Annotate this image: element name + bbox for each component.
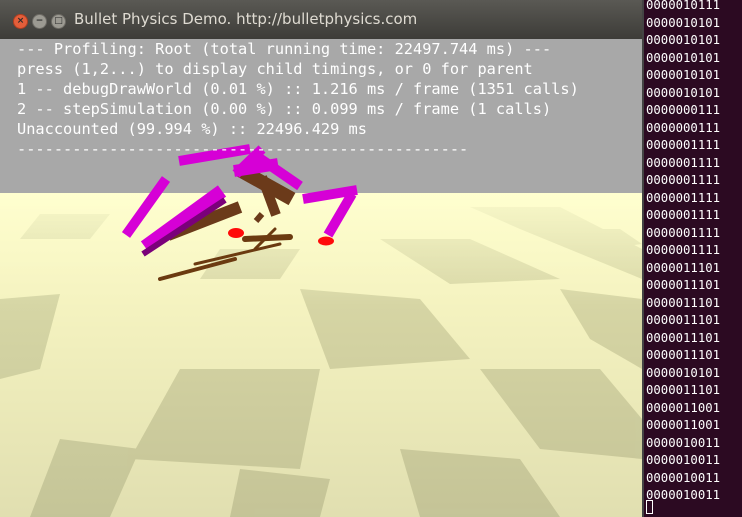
terminal-line: 0000011101 [646, 330, 721, 345]
profiling-line: press (1,2...) to display child timings,… [17, 60, 533, 79]
minimize-button[interactable]: − [32, 14, 47, 29]
terminal-line: 0000010101 [646, 68, 721, 82]
terminal-line: 0000010101 [646, 50, 721, 65]
terminal-line: 0000010101 [646, 85, 721, 100]
terminal-line: 0000010101 [646, 15, 721, 30]
terminal-line: 0000011101 [646, 295, 721, 310]
terminal-line: 0000001111 [646, 138, 721, 152]
terminal-line: 0000010101 [646, 33, 721, 47]
terminal-line: 0000010011 [646, 470, 721, 485]
title-bar[interactable]: × − □ Bullet Physics Demo. http://bullet… [0, 0, 642, 39]
terminal-line: 0000010111 [646, 0, 721, 12]
profiling-line: --- Profiling: Root (total running time:… [17, 40, 552, 58]
profiling-overlay: --- Profiling: Root (total running time:… [17, 39, 579, 160]
profiling-line: Unaccounted (99.994 %) :: 22496.429 ms [17, 120, 367, 139]
terminal-line: 0000011001 [646, 418, 721, 432]
maximize-button[interactable]: □ [51, 14, 66, 29]
terminal-window[interactable]: 0000010111 0000010101 0000010101 0000010101… [642, 0, 742, 517]
terminal-output: 0000010111 0000010101 0000010101 0000010101… [646, 0, 720, 505]
profiling-line: ----------------------------------------… [17, 140, 469, 159]
profiling-line: 2 -- stepSimulation (0.00 %) :: 0.099 ms… [17, 100, 552, 119]
terminal-line: 0000010011 [646, 435, 721, 450]
terminal-line: 0000011101 [646, 278, 721, 292]
terminal-line: 0000011101 [646, 260, 721, 275]
terminal-line: 0000000111 [646, 103, 721, 117]
terminal-line: 0000001111 [646, 190, 721, 205]
terminal-line: 0000001111 [646, 225, 721, 240]
terminal-line: 0000001111 [646, 155, 721, 170]
terminal-line: 0000010101 [646, 365, 721, 380]
terminal-line: 0000011001 [646, 400, 721, 415]
terminal-line: 0000000111 [646, 120, 721, 135]
terminal-line: 0000011101 [646, 348, 721, 362]
profiling-line: 1 -- debugDrawWorld (0.01 %) :: 1.216 ms… [17, 80, 579, 99]
terminal-line: 0000010011 [646, 453, 721, 467]
render-viewport[interactable]: --- Profiling: Root (total running time:… [0, 39, 642, 517]
terminal-line: 0000001111 [646, 208, 721, 222]
terminal-line: 0000011101 [646, 313, 721, 327]
close-button[interactable]: × [13, 14, 28, 29]
terminal-line: 0000011101 [646, 383, 721, 397]
terminal-cursor [646, 500, 653, 514]
terminal-line: 0000001111 [646, 173, 721, 187]
terminal-line: 0000001111 [646, 243, 721, 257]
terminal-line: 0000010011 [646, 488, 721, 502]
window-title: Bullet Physics Demo. http://bulletphysic… [74, 10, 418, 28]
bullet-demo-window[interactable]: × − □ Bullet Physics Demo. http://bullet… [0, 0, 642, 517]
